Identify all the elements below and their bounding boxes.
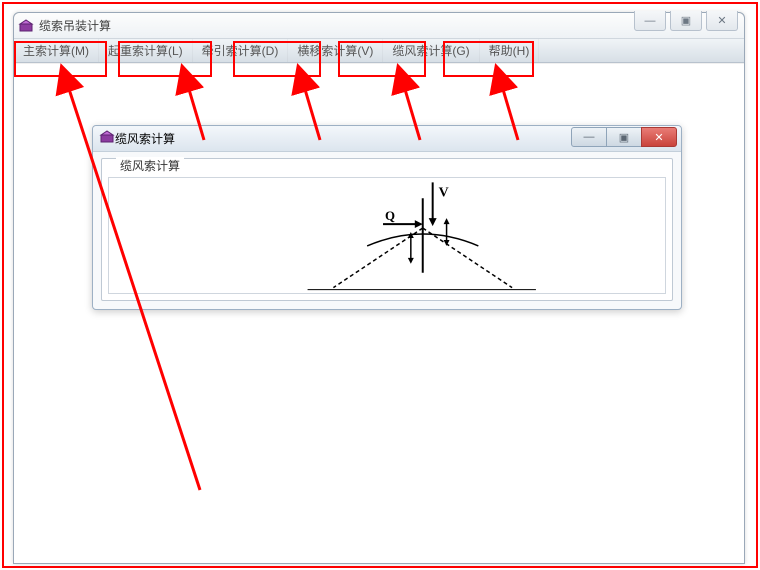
child-titlebar[interactable]: 缆风索计算 — ▣ ✕ <box>93 126 681 152</box>
menu-main-cable[interactable]: 主索计算(M) <box>14 39 99 62</box>
menu-guy-cable[interactable]: 缆风索计算(G) <box>383 39 479 62</box>
child-maximize-button[interactable]: ▣ <box>606 127 642 147</box>
child-app-icon <box>99 129 115 148</box>
menu-lateral-cable[interactable]: 横移索计算(V) <box>288 39 383 62</box>
group-label: 缆风索计算 <box>116 157 184 174</box>
child-minimize-button[interactable]: — <box>571 127 607 147</box>
app-icon <box>18 18 34 34</box>
client-area: 缆风索计算 — ▣ ✕ 缆风索计算 V <box>14 64 744 563</box>
diagram-area: V Q <box>108 177 666 294</box>
diagram-label-v: V <box>439 185 449 200</box>
menu-traction-cable[interactable]: 牵引索计算(D) <box>193 39 289 62</box>
child-window-controls: — ▣ ✕ <box>572 127 677 147</box>
child-close-button[interactable]: ✕ <box>641 127 677 147</box>
menu-help[interactable]: 帮助(H) <box>480 39 540 62</box>
menu-lift-cable[interactable]: 起重索计算(L) <box>99 39 193 62</box>
child-window-title: 缆风索计算 <box>115 130 175 147</box>
close-button[interactable]: ✕ <box>706 11 738 31</box>
main-window-controls: — ▣ ✕ <box>634 11 738 31</box>
main-window: 缆索吊装计算 — ▣ ✕ 主索计算(M) 起重索计算(L) 牵引索计算(D) 横… <box>13 12 745 564</box>
child-window: 缆风索计算 — ▣ ✕ 缆风索计算 V <box>92 125 682 310</box>
main-window-title: 缆索吊装计算 <box>39 17 111 34</box>
minimize-button[interactable]: — <box>634 11 666 31</box>
main-titlebar[interactable]: 缆索吊装计算 — ▣ ✕ <box>14 13 744 39</box>
diagram-label-q: Q <box>385 209 395 223</box>
maximize-button[interactable]: ▣ <box>670 11 702 31</box>
child-groupbox: 缆风索计算 V Q <box>101 158 673 301</box>
menubar: 主索计算(M) 起重索计算(L) 牵引索计算(D) 横移索计算(V) 缆风索计算… <box>14 39 744 63</box>
diagram-svg: V Q <box>109 178 665 293</box>
